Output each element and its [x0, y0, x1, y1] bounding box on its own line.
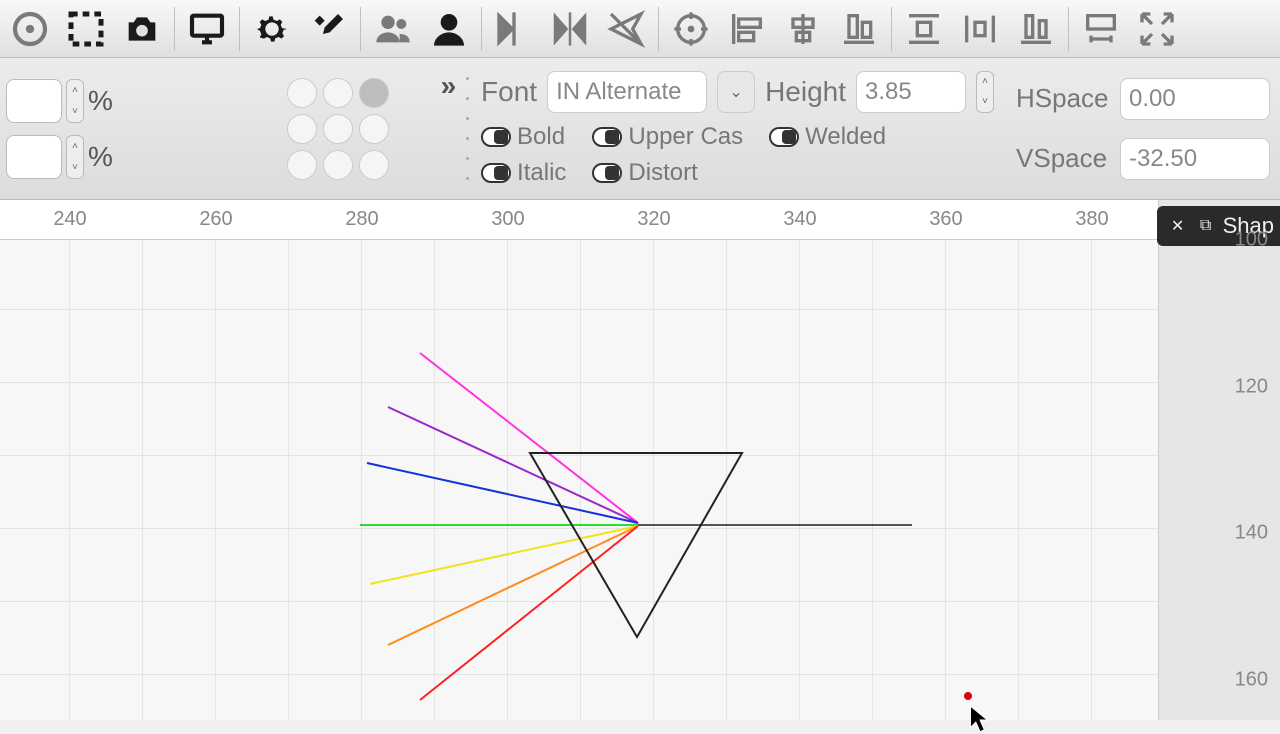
dock-icon[interactable]: ⧉	[1195, 215, 1217, 237]
distribute-top-icon[interactable]	[898, 5, 950, 53]
scale-y-stepper[interactable]: ˄˅	[66, 135, 84, 179]
group-users-icon[interactable]	[367, 5, 419, 53]
canvas-area: 240260280300320340360380 ✕ ⧉ Shap 100120…	[0, 200, 1280, 720]
anchor-grid[interactable]	[244, 58, 431, 199]
vspace-input[interactable]	[1120, 138, 1270, 180]
height-label: Height	[765, 76, 846, 108]
height-stepper[interactable]: ˄˅	[976, 71, 994, 113]
canvas-svg[interactable]	[0, 240, 1158, 720]
send-icon[interactable]	[600, 5, 652, 53]
scale-x-input[interactable]	[6, 79, 62, 123]
property-bar: ˄˅ % ˄˅ % » Font ⌄ Height ˄˅ Bold Italic	[0, 58, 1280, 200]
ruler-tick: 240	[53, 208, 86, 231]
ruler-tick: 320	[637, 208, 670, 231]
horizontal-ruler: 240 260 280 300 320 340 360 380	[0, 200, 1158, 240]
scale-x-stepper[interactable]: ˄˅	[66, 79, 84, 123]
ruler-tick: 120	[1235, 376, 1268, 399]
monitor-icon[interactable]	[181, 5, 233, 53]
uppercase-toggle[interactable]	[592, 127, 622, 147]
bold-label: Bold	[517, 123, 565, 151]
laser-dot-icon	[964, 692, 972, 700]
ruler-tick: 100	[1235, 229, 1268, 252]
flip-horizontal-icon[interactable]	[488, 5, 540, 53]
gear-icon[interactable]	[246, 5, 298, 53]
expand-icon[interactable]	[1131, 5, 1183, 53]
distort-toggle[interactable]	[592, 163, 622, 183]
target-icon[interactable]	[4, 5, 56, 53]
align-center-icon[interactable]	[665, 5, 717, 53]
ruler-tick: 340	[783, 208, 816, 231]
distribute-bottom-icon[interactable]	[1010, 5, 1062, 53]
ruler-tick: 380	[1075, 208, 1108, 231]
font-label: Font	[481, 76, 537, 108]
italic-toggle[interactable]	[481, 163, 511, 183]
ruler-tick: 160	[1235, 669, 1268, 692]
cursor-icon	[968, 704, 990, 734]
font-input[interactable]	[547, 71, 707, 113]
mirror-icon[interactable]	[544, 5, 596, 53]
bold-toggle[interactable]	[481, 127, 511, 147]
collapse-button[interactable]: »	[432, 58, 466, 199]
tools-icon[interactable]	[302, 5, 354, 53]
align-middle-icon[interactable]	[777, 5, 829, 53]
italic-label: Italic	[517, 159, 566, 187]
main-toolbar	[0, 0, 1280, 58]
marquee-icon[interactable]	[60, 5, 112, 53]
vspace-label: VSpace	[1016, 143, 1114, 174]
ruler-tick: 360	[929, 208, 962, 231]
ruler-tick: 280	[345, 208, 378, 231]
distribute-horizontal-icon[interactable]	[954, 5, 1006, 53]
align-bottom-icon[interactable]	[833, 5, 885, 53]
scale-y-input[interactable]	[6, 135, 62, 179]
camera-icon[interactable]	[116, 5, 168, 53]
distort-label: Distort	[628, 159, 697, 187]
align-left-icon[interactable]	[721, 5, 773, 53]
ruler-tick: 260	[199, 208, 232, 231]
pct-label: %	[88, 85, 113, 117]
ruler-tick: 300	[491, 208, 524, 231]
pct-label: %	[88, 141, 113, 173]
uppercase-label: Upper Cas	[628, 123, 743, 151]
close-icon[interactable]: ✕	[1167, 215, 1189, 237]
hspace-input[interactable]	[1120, 78, 1270, 120]
frame-icon[interactable]	[1075, 5, 1127, 53]
ruler-tick: 140	[1235, 522, 1268, 545]
font-dropdown[interactable]: ⌄	[717, 71, 755, 113]
welded-toggle[interactable]	[769, 127, 799, 147]
welded-label: Welded	[805, 123, 886, 151]
user-icon[interactable]	[423, 5, 475, 53]
hspace-label: HSpace	[1016, 83, 1114, 114]
height-input[interactable]	[856, 71, 966, 113]
vertical-ruler: ✕ ⧉ Shap 100120140160	[1158, 200, 1280, 720]
